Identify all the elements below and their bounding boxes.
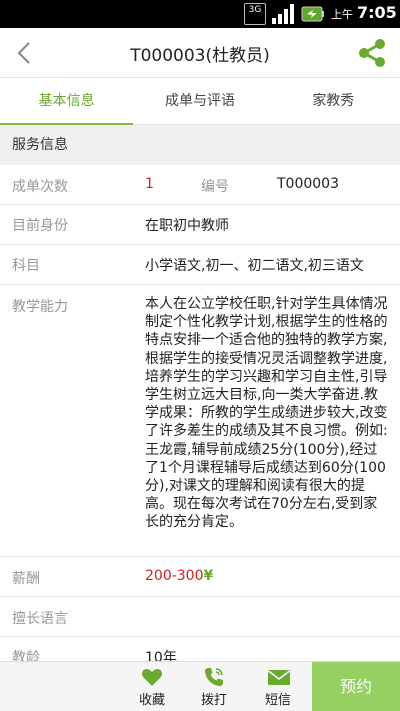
number-label: 编号 [201, 179, 229, 195]
salary-range: 200-300 [145, 568, 204, 584]
order-count-value: 1 [145, 176, 154, 192]
call-label: 拨打 [200, 693, 227, 708]
info-list: 成单次数 1 编号 T000003 目前身份 在职初中教师 科目 小学语文,初一… [0, 165, 400, 661]
row-teaching-age: 教龄 10年 [0, 637, 400, 661]
call-button[interactable]: 拨打 [184, 662, 244, 711]
back-button[interactable] [10, 38, 40, 68]
share-button[interactable] [355, 36, 389, 70]
teaching-ability-text: 本人在公立学校任职,针对学生具体情况制定个性化教学计划,根据学生的性格的特点安排… [145, 296, 388, 531]
clock-time: 7:05 [357, 3, 397, 22]
sms-button[interactable]: 短信 [248, 662, 308, 711]
row-language: 擅长语言 [0, 597, 400, 637]
tab-tutor-show[interactable]: 家教秀 [267, 78, 400, 124]
phone-icon [205, 668, 223, 686]
tab-basic-info[interactable]: 基本信息 [0, 78, 134, 125]
book-button[interactable]: 预约 [312, 662, 400, 711]
battery-icon [301, 6, 324, 22]
identity-value: 在职初中教师 [145, 218, 229, 234]
tab-bar: 基本信息 成单与评语 家教秀 [0, 78, 400, 125]
subjects-label: 科目 [12, 258, 40, 274]
app-header: T000003(杜教员) [0, 28, 400, 78]
tab-orders-reviews[interactable]: 成单与评语 [133, 78, 266, 124]
subjects-value: 小学语文,初一、初二语文,初三语文 [145, 258, 364, 274]
row-identity: 目前身份 在职初中教师 [0, 205, 400, 245]
teaching-ability-label: 教学能力 [12, 299, 68, 315]
page-title: T000003(杜教员) [130, 46, 270, 66]
heart-icon [141, 669, 163, 686]
row-salary: 薪酬 200-300¥ [0, 557, 400, 597]
teaching-age-label: 教龄 [12, 650, 40, 661]
yuan-icon: ¥ [203, 568, 214, 584]
teaching-age-value: 10年 [145, 650, 177, 661]
row-teaching-ability: 教学能力 本人在公立学校任职,针对学生具体情况制定个性化教学计划,根据学生的性格… [0, 285, 400, 557]
bottom-action-bar: 收藏 拨打 短信 预约 [0, 661, 400, 711]
network-3g-icon: 3G [244, 3, 266, 25]
language-label: 擅长语言 [12, 611, 68, 627]
favorite-button[interactable]: 收藏 [122, 662, 182, 711]
favorite-label: 收藏 [138, 693, 165, 708]
sms-label: 短信 [264, 693, 291, 708]
network-type-label: 3G [248, 5, 262, 15]
envelope-icon [268, 670, 290, 685]
signal-strength-icon [272, 4, 294, 24]
row-order-count: 成单次数 1 编号 T000003 [0, 165, 400, 205]
identity-label: 目前身份 [12, 218, 68, 234]
order-count-label: 成单次数 [12, 179, 68, 195]
row-subjects: 科目 小学语文,初一、初二语文,初三语文 [0, 245, 400, 285]
salary-label: 薪酬 [12, 571, 40, 587]
ampm-label: 上午 [331, 8, 353, 21]
number-value: T000003 [277, 176, 339, 192]
salary-value: 200-300¥ [145, 568, 213, 584]
status-bar: 3G 上午 7:05 [0, 0, 400, 28]
section-header-service-info: 服务信息 [0, 125, 400, 165]
